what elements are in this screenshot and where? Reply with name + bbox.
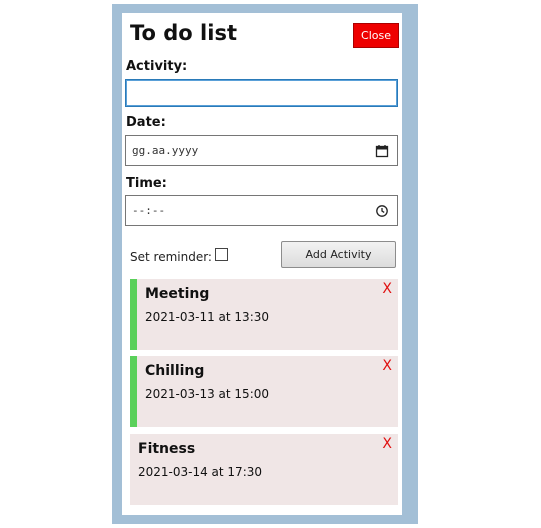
todo-panel: To do list Close Activity: Date: gg.aa.y… — [122, 13, 402, 515]
activity-datetime: 2021-03-14 at 17:30 — [138, 465, 263, 479]
activity-title: Chilling — [145, 363, 205, 379]
activity-input[interactable] — [125, 79, 398, 107]
clock-icon[interactable] — [375, 204, 389, 218]
activity-card: Chilling 2021-03-13 at 15:00 X — [130, 356, 398, 427]
time-placeholder: --:-- — [132, 204, 166, 217]
date-label: Date: — [126, 115, 166, 130]
add-activity-button[interactable]: Add Activity — [281, 241, 396, 268]
delete-activity-button[interactable]: X — [382, 436, 392, 452]
date-input[interactable]: gg.aa.yyyy — [125, 135, 398, 166]
time-label: Time: — [126, 176, 167, 191]
page-title: To do list — [130, 21, 237, 45]
activity-datetime: 2021-03-13 at 15:00 — [145, 387, 270, 401]
activity-card: Meeting 2021-03-11 at 13:30 X — [130, 279, 398, 350]
app-frame: To do list Close Activity: Date: gg.aa.y… — [112, 4, 418, 524]
activity-card: Fitness 2021-03-14 at 17:30 X — [130, 434, 398, 505]
activity-label: Activity: — [126, 59, 188, 74]
date-placeholder: gg.aa.yyyy — [132, 144, 199, 157]
activity-title: Meeting — [145, 286, 210, 302]
activity-datetime: 2021-03-11 at 13:30 — [145, 310, 270, 324]
reminder-label: Set reminder: — [130, 250, 212, 264]
activity-title: Fitness — [138, 441, 196, 457]
time-input[interactable]: --:-- — [125, 195, 398, 226]
delete-activity-button[interactable]: X — [382, 358, 392, 374]
calendar-icon[interactable] — [375, 144, 389, 158]
close-button[interactable]: Close — [353, 23, 399, 48]
delete-activity-button[interactable]: X — [382, 281, 392, 297]
reminder-checkbox[interactable] — [215, 248, 228, 261]
